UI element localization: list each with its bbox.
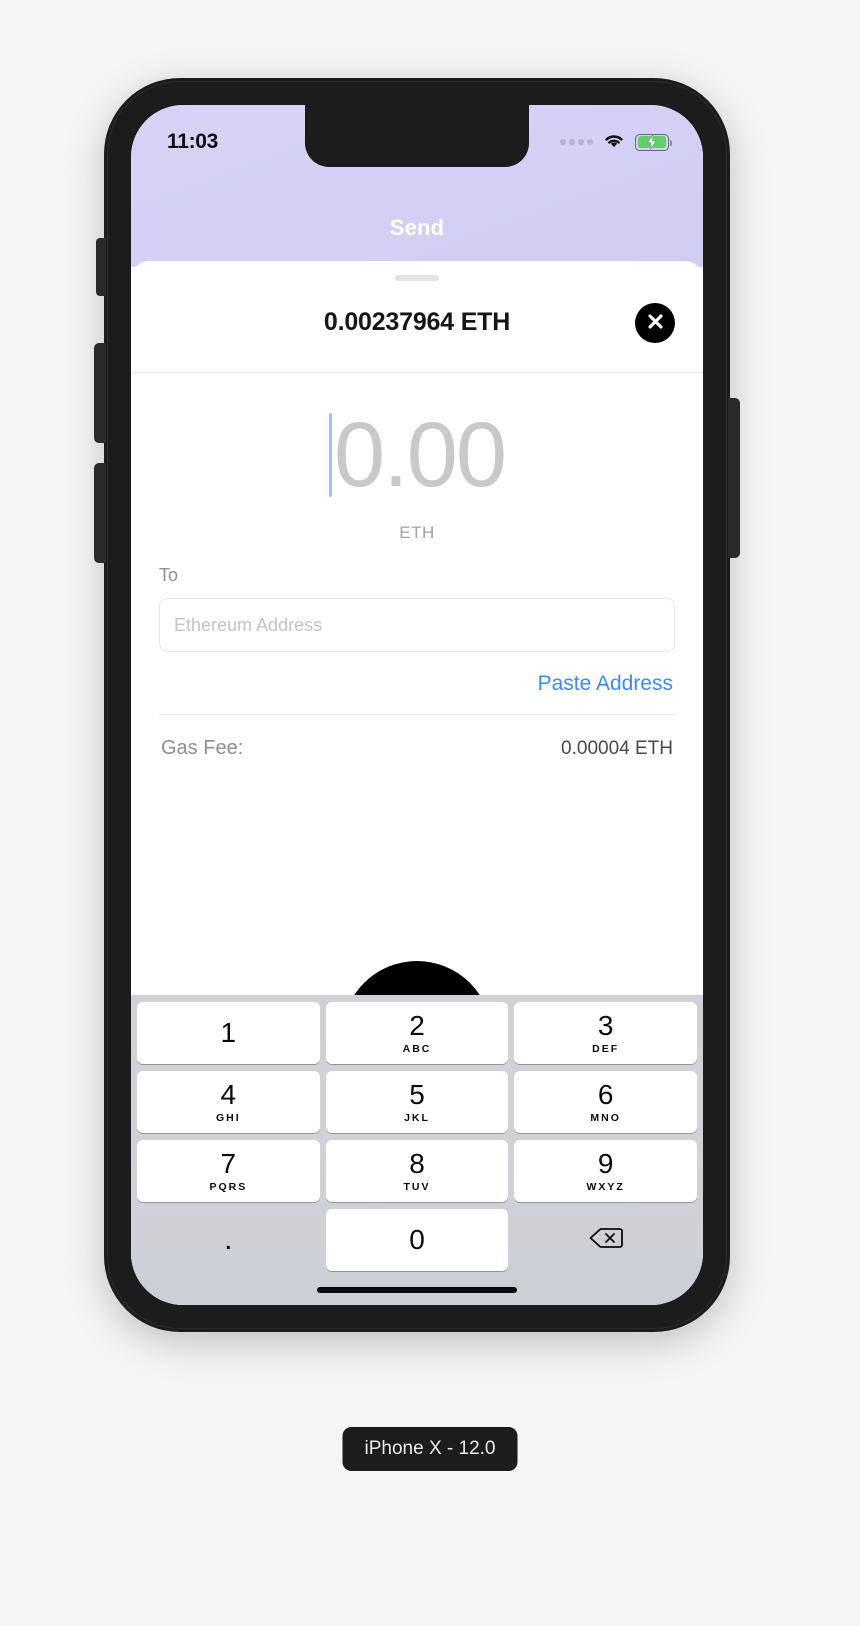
notch [305,105,529,167]
paste-address-button[interactable]: Paste Address [538,672,673,696]
text-caret [328,413,332,497]
key-number: 7 [220,1147,237,1179]
send-form: To Paste Address Gas Fee: 0.00004 ETH [131,543,703,760]
amount-row[interactable]: 0.00 [131,409,703,501]
phone-screen: Send 11:03 0.00237964 ETH 0.00 ETH To Et… [131,105,703,1305]
key-label: . [224,1223,233,1256]
home-indicator[interactable] [317,1287,517,1293]
key-letters: JKL [404,1111,430,1124]
send-sheet: 0.00237964 ETH 0.00 ETH To Ethereum Addr… [131,261,703,1305]
amount-unit-label: ETH [399,523,435,542]
key-number: 0 [409,1224,425,1255]
volume-down-button[interactable] [94,463,106,563]
key-number: 5 [409,1078,425,1110]
simulator-stage: Send 11:03 0.00237964 ETH 0.00 ETH To Et… [0,0,860,1626]
keyboard-row: .0 [134,1209,700,1271]
key-letters: TUV [403,1180,431,1193]
device-badge: iPhone X - 12.0 [342,1427,518,1471]
key-4[interactable]: 4 GHI [137,1071,320,1133]
key-number: 9 [597,1147,614,1179]
key-9[interactable]: 9 WXYZ [514,1140,698,1202]
key-letters: DEF [592,1042,620,1055]
key-5[interactable]: 5 JKL [325,1071,509,1133]
gas-fee-label: Gas Fee: [161,737,244,759]
key-letters: ABC [402,1042,432,1055]
recipient-address-input[interactable] [159,598,675,652]
key-8[interactable]: 8 TUV [325,1140,509,1202]
key-backspace[interactable] [514,1209,697,1271]
to-label: To [159,565,179,585]
gas-fee-row: Gas Fee: 0.00004 ETH [159,715,675,760]
key-6[interactable]: 6 MNO [514,1071,698,1133]
key-letters: WXYZ [586,1180,625,1193]
volume-up-button[interactable] [94,343,106,443]
amount-area[interactable]: 0.00 ETH [131,373,703,543]
key-0[interactable]: 0 [325,1209,509,1271]
key-decimal[interactable]: . [137,1209,320,1271]
key-letters: GHI [216,1111,241,1124]
balance-amount: 0.00237964 ETH [323,308,511,336]
page-title: Send [389,215,445,240]
close-button[interactable] [635,302,675,343]
sheet-header: 0.00237964 ETH [131,281,703,373]
keyboard-row: 7 PQRS 8 TUV 9 WXYZ [134,1140,700,1202]
keyboard-row: 4 GHI 5 JKL 6 MNO [134,1071,700,1133]
key-number: 8 [409,1147,425,1179]
key-number: 3 [597,1009,614,1041]
paste-address-row: Paste Address [159,652,675,714]
key-7[interactable]: 7 PQRS [137,1140,320,1202]
phone-frame: Send 11:03 0.00237964 ETH 0.00 ETH To Et… [94,78,740,1332]
key-2[interactable]: 2 ABC [325,1002,509,1064]
key-number: 6 [597,1078,614,1110]
keyboard-row: 1 2 ABC 3 DEF [134,1002,700,1064]
key-letters: MNO [590,1111,621,1124]
key-letters: PQRS [209,1180,248,1193]
numeric-keyboard: 1 2 ABC 3 DEF 4 GHI 5 JKL 6 MNO 7 PQRS 8 TUV 9 WXYZ. 0 [131,995,703,1305]
key-1[interactable]: 1 [137,1002,320,1064]
close-icon [646,312,665,334]
key-3[interactable]: 3 DEF [514,1002,698,1064]
mute-switch-button[interactable] [96,238,106,296]
amount-input-value[interactable]: 0.00 [334,409,507,501]
backspace-icon [589,1226,623,1255]
key-number: 2 [409,1009,425,1041]
gas-fee-value: 0.00004 ETH [561,738,673,759]
power-button[interactable] [728,398,740,558]
key-number: 1 [220,1017,237,1048]
key-number: 4 [220,1078,237,1110]
